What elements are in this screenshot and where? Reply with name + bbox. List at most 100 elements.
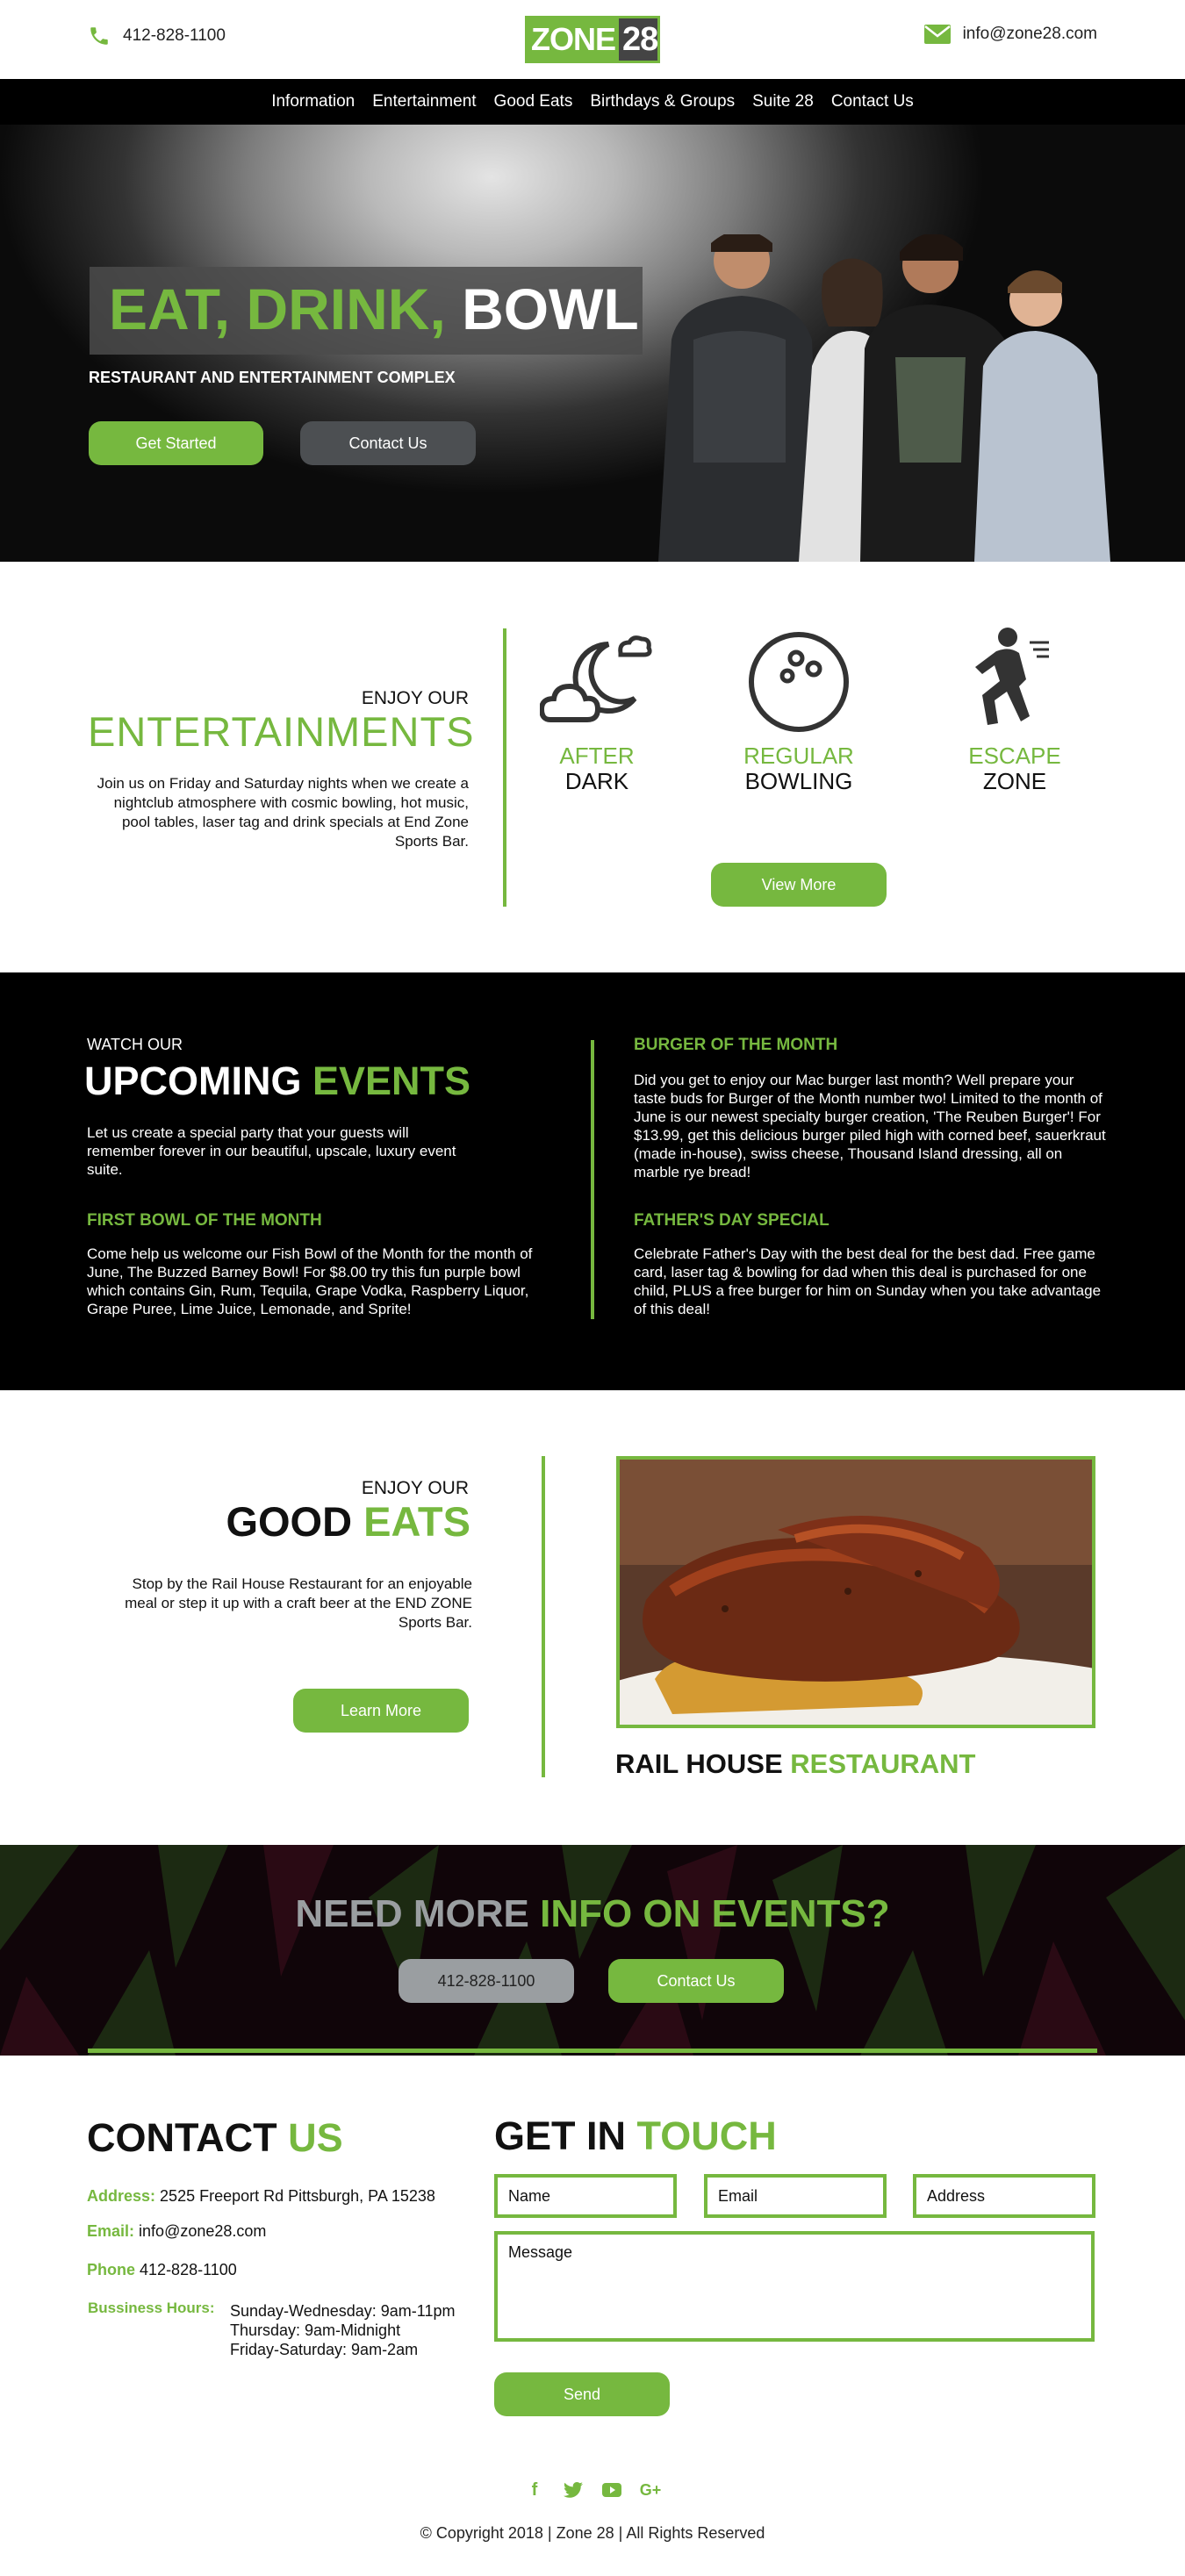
envelope-icon — [923, 25, 951, 44]
hero-title-white: BOWL — [462, 276, 639, 341]
email-value[interactable]: info@zone28.com — [139, 2222, 266, 2240]
business-hours: Sunday-Wednesday: 9am-11pm Thursday: 9am… — [230, 2301, 455, 2359]
info-cta-section: NEED MORE INFO ON EVENTS? 412-828-1100 C… — [0, 1845, 1185, 2056]
get-in-touch-title: GET IN TOUCH — [494, 2113, 777, 2159]
header-phone[interactable]: 412-828-1100 — [88, 25, 226, 47]
cta-phone-button[interactable]: 412-828-1100 — [399, 1959, 574, 2003]
get-in-touch-black: GET IN — [494, 2113, 627, 2158]
contact-title-black: CONTACT — [87, 2115, 277, 2160]
events-title-white: UPCOMING — [84, 1058, 302, 1103]
contact-address: Address: 2525 Freeport Rd Pittsburgh, PA… — [87, 2187, 435, 2206]
ribs-food-image — [616, 1456, 1095, 1728]
good-eats-divider — [542, 1456, 545, 1777]
zone28-logo[interactable]: ZONE 28 — [525, 16, 660, 63]
learn-more-button[interactable]: Learn More — [293, 1689, 469, 1733]
cta-title: NEED MORE INFO ON EVENTS? — [0, 1892, 1185, 1936]
regular-bowling-black: BOWLING — [744, 768, 853, 794]
youtube-icon[interactable] — [602, 2480, 621, 2500]
email-label: Email: — [87, 2222, 135, 2240]
cta-contact-button[interactable]: Contact Us — [608, 1959, 784, 2003]
hero-section: EAT, DRINK, BOWL RESTAURANT AND ENTERTAI… — [0, 125, 1185, 562]
moon-cloud-icon — [538, 635, 652, 722]
entertainments-divider — [503, 628, 506, 907]
escape-zone-green: ESCAPE — [968, 743, 1061, 769]
entertainments-kicker: ENJOY OUR — [361, 688, 469, 708]
address-label: Address: — [87, 2187, 156, 2205]
good-eats-title-green: EATS — [363, 1498, 470, 1545]
event-text-first-bowl: Come help us welcome our Fish Bowl of th… — [87, 1245, 533, 1317]
cta-divider-line — [88, 2049, 1097, 2053]
events-title: UPCOMING EVENTS — [84, 1058, 470, 1104]
rail-house-title: RAIL HOUSE RESTAURANT — [615, 1748, 976, 1780]
nav-contact-us[interactable]: Contact Us — [831, 92, 914, 111]
nav-birthdays-groups[interactable]: Birthdays & Groups — [590, 92, 735, 111]
events-kicker: WATCH OUR — [87, 1036, 183, 1053]
events-intro: Let us create a special party that your … — [87, 1124, 456, 1178]
contact-phone: Phone 412-828-1100 — [87, 2261, 237, 2279]
address-field[interactable]: Address — [913, 2174, 1095, 2218]
contact-title-green: US — [288, 2115, 343, 2160]
facebook-icon[interactable]: f — [525, 2480, 544, 2500]
escape-zone-black: ZONE — [982, 768, 1047, 794]
hero-title: EAT, DRINK, BOWL — [109, 276, 639, 342]
event-title-first-bowl: FIRST BOWL OF THE MONTH — [87, 1211, 322, 1230]
contact-title: CONTACT US — [87, 2115, 343, 2161]
entertainments-text: Join us on Friday and Saturday nights wh… — [97, 775, 469, 850]
header-phone-text: 412-828-1100 — [123, 26, 226, 45]
get-in-touch-green: TOUCH — [636, 2113, 777, 2158]
main-nav: Information Entertainment Good Eats Birt… — [0, 79, 1185, 125]
email-field[interactable]: Email — [704, 2174, 887, 2218]
hero-people-image — [658, 234, 1110, 562]
hours-label: Bussiness Hours: — [88, 2300, 215, 2316]
cta-pattern-background — [0, 1845, 1185, 2056]
name-field[interactable]: Name — [494, 2174, 677, 2218]
rail-house-black: RAIL HOUSE — [615, 1748, 783, 1779]
send-button[interactable]: Send — [494, 2372, 670, 2416]
cta-title-green: INFO ON EVENTS? — [540, 1892, 890, 1935]
nav-good-eats[interactable]: Good Eats — [494, 92, 573, 111]
address-value: 2525 Freeport Rd Pittsburgh, PA 15238 — [160, 2187, 435, 2205]
entertainments-title: ENTERTAINMENTS — [88, 708, 475, 755]
good-eats-title-black: GOOD — [226, 1498, 353, 1545]
hours-line: Friday-Saturday: 9am-2am — [230, 2341, 419, 2358]
good-eats-title: GOOD EATS — [88, 1497, 470, 1546]
phone-icon — [90, 27, 108, 45]
events-title-green: EVENTS — [312, 1058, 471, 1103]
contact-email: Email: info@zone28.com — [87, 2222, 266, 2241]
header-email[interactable]: info@zone28.com — [923, 25, 1097, 44]
logo-word: ZONE — [528, 18, 620, 61]
good-eats-kicker: ENJOY OUR — [361, 1478, 469, 1498]
event-text-burger: Did you get to enjoy our Mac burger last… — [634, 1072, 1106, 1180]
social-links: f G+ — [0, 2480, 1185, 2500]
escape-zone-item[interactable]: ESCAPE ZONE — [944, 625, 1085, 794]
phone-label: Phone — [87, 2261, 136, 2278]
hero-title-green: EAT, DRINK, — [109, 276, 446, 341]
get-started-button[interactable]: Get Started — [89, 421, 263, 465]
rail-house-green: RESTAURANT — [790, 1748, 976, 1779]
event-title-fathers-day: FATHER'S DAY SPECIAL — [634, 1211, 830, 1230]
message-field[interactable]: Message — [494, 2231, 1095, 2342]
nav-suite-28[interactable]: Suite 28 — [752, 92, 814, 111]
header-email-text: info@zone28.com — [962, 25, 1097, 43]
after-dark-green: AFTER — [559, 743, 635, 769]
twitter-icon[interactable] — [564, 2480, 583, 2500]
after-dark-black: DARK — [564, 768, 629, 794]
hero-subtitle: RESTAURANT AND ENTERTAINMENT COMPLEX — [89, 369, 456, 386]
google-plus-icon[interactable]: G+ — [640, 2480, 662, 2500]
bowling-ball-icon — [749, 632, 849, 732]
nav-information[interactable]: Information — [271, 92, 355, 111]
event-text-fathers-day: Celebrate Father's Day with the best dea… — [634, 1245, 1102, 1317]
cta-title-gray: NEED MORE — [295, 1892, 529, 1935]
good-eats-text: Stop by the Rail House Restaurant for an… — [125, 1575, 472, 1631]
nav-entertainment[interactable]: Entertainment — [372, 92, 476, 111]
after-dark-item[interactable]: AFTER DARK — [527, 625, 667, 794]
view-more-button[interactable]: View More — [711, 863, 887, 907]
regular-bowling-item[interactable]: REGULAR BOWLING — [729, 625, 869, 794]
events-section: WATCH OUR UPCOMING EVENTS Let us create … — [0, 972, 1185, 1390]
top-bar: 412-828-1100 ZONE 28 info@zone28.com — [0, 0, 1185, 79]
phone-value[interactable]: 412-828-1100 — [140, 2261, 237, 2278]
hero-contact-button[interactable]: Contact Us — [300, 421, 476, 465]
hours-line: Sunday-Wednesday: 9am-11pm — [230, 2302, 456, 2320]
logo-number: 28 — [622, 20, 658, 58]
running-person-icon — [975, 628, 1049, 725]
